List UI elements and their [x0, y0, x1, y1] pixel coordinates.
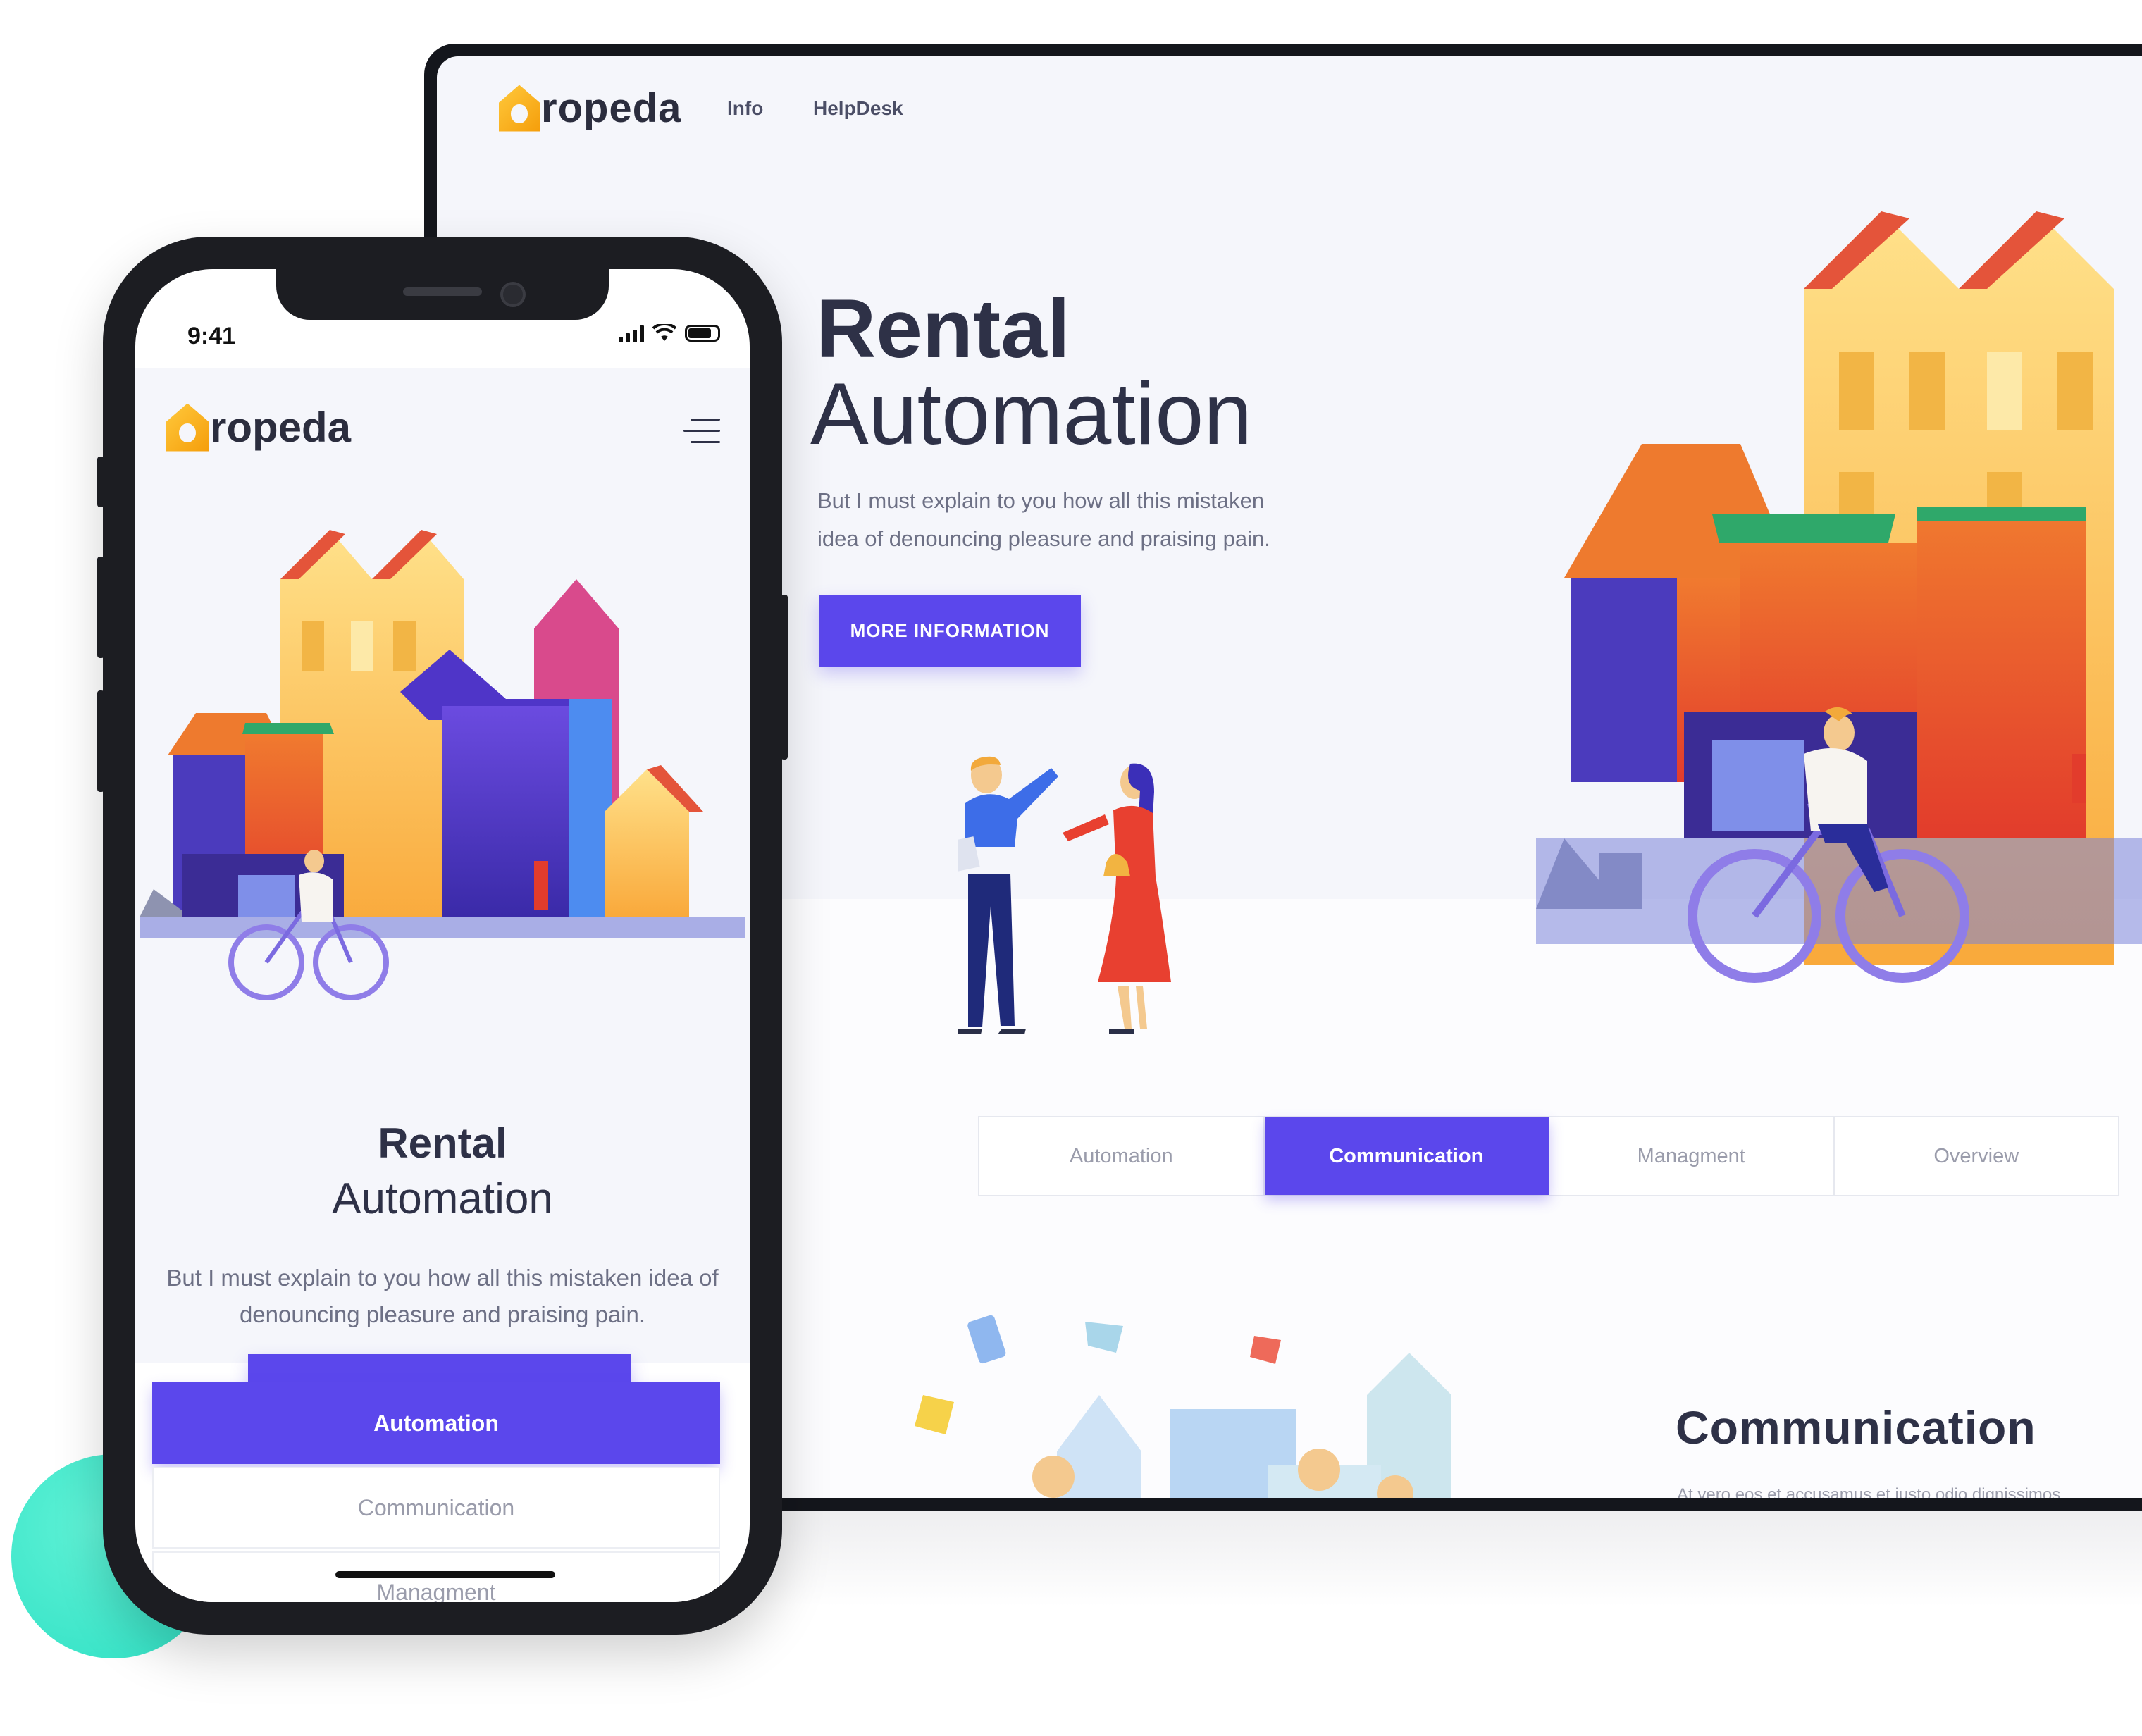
phone-hero-subtitle: Automation — [332, 1174, 553, 1223]
phone-frame: 9:41 ropeda Rental Automation But I must… — [97, 237, 788, 1635]
nav-link-helpdesk[interactable]: HelpDesk — [813, 97, 903, 120]
phone-hero-description: But I must explain to you how all this m… — [166, 1265, 719, 1327]
nav-link-info[interactable]: Info — [727, 97, 763, 120]
tab-communication[interactable]: Communication — [1264, 1117, 1549, 1195]
battery-icon — [685, 325, 720, 342]
logo-text: ropeda — [541, 85, 682, 131]
phone-notch — [276, 269, 609, 320]
home-indicator — [335, 1571, 555, 1578]
phone-volume-down — [97, 690, 104, 792]
phone-screen: 9:41 ropeda Rental Automation But I must… — [135, 269, 750, 1602]
more-information-button[interactable]: MORE INFORMATION — [819, 595, 1081, 666]
phone-hero-section: ropeda Rental Automation But I must expl… — [135, 368, 750, 1436]
section-title-communication: Communication — [1676, 1401, 2036, 1453]
status-icons — [619, 324, 720, 342]
phone-volume-up — [97, 557, 104, 658]
phone-tab-communication[interactable]: Communication — [152, 1467, 720, 1549]
phone-camera — [500, 282, 526, 307]
tab-overview[interactable]: Overview — [1835, 1117, 2119, 1195]
people-talking-illustration — [958, 756, 1171, 1034]
signal-icon — [619, 324, 644, 342]
menu-icon[interactable] — [683, 418, 720, 444]
desktop-logo[interactable]: ropeda — [499, 85, 681, 132]
logo-house-icon — [499, 85, 540, 132]
status-time: 9:41 — [187, 323, 236, 349]
phone-power-button — [781, 595, 788, 760]
desktop-tabs: Automation Communication Managment Overv… — [978, 1116, 2119, 1196]
phone-silent-switch — [97, 457, 104, 507]
phone-city-illustration — [140, 530, 745, 1000]
city-illustration — [1536, 211, 2142, 983]
phone-speaker — [403, 287, 482, 296]
hero-title: Rental — [816, 283, 1070, 376]
phone-hero-title: Rental — [378, 1120, 507, 1167]
tab-automation[interactable]: Automation — [979, 1117, 1265, 1195]
hero-subtitle: Automation — [810, 366, 1253, 463]
phone-tab-automation[interactable]: Automation — [152, 1382, 720, 1464]
phone-logo[interactable]: ropeda — [166, 403, 351, 452]
section-description: At vero eos et accusamus et iusto odio d… — [1677, 1485, 2061, 1498]
hero-description: But I must explain to you how all this m… — [817, 488, 1270, 551]
wifi-icon — [652, 324, 676, 341]
tab-managment[interactable]: Managment — [1549, 1117, 1835, 1195]
logo-house-icon — [166, 403, 209, 452]
communication-illustration — [915, 1315, 1451, 1498]
logo-text: ropeda — [210, 404, 352, 451]
